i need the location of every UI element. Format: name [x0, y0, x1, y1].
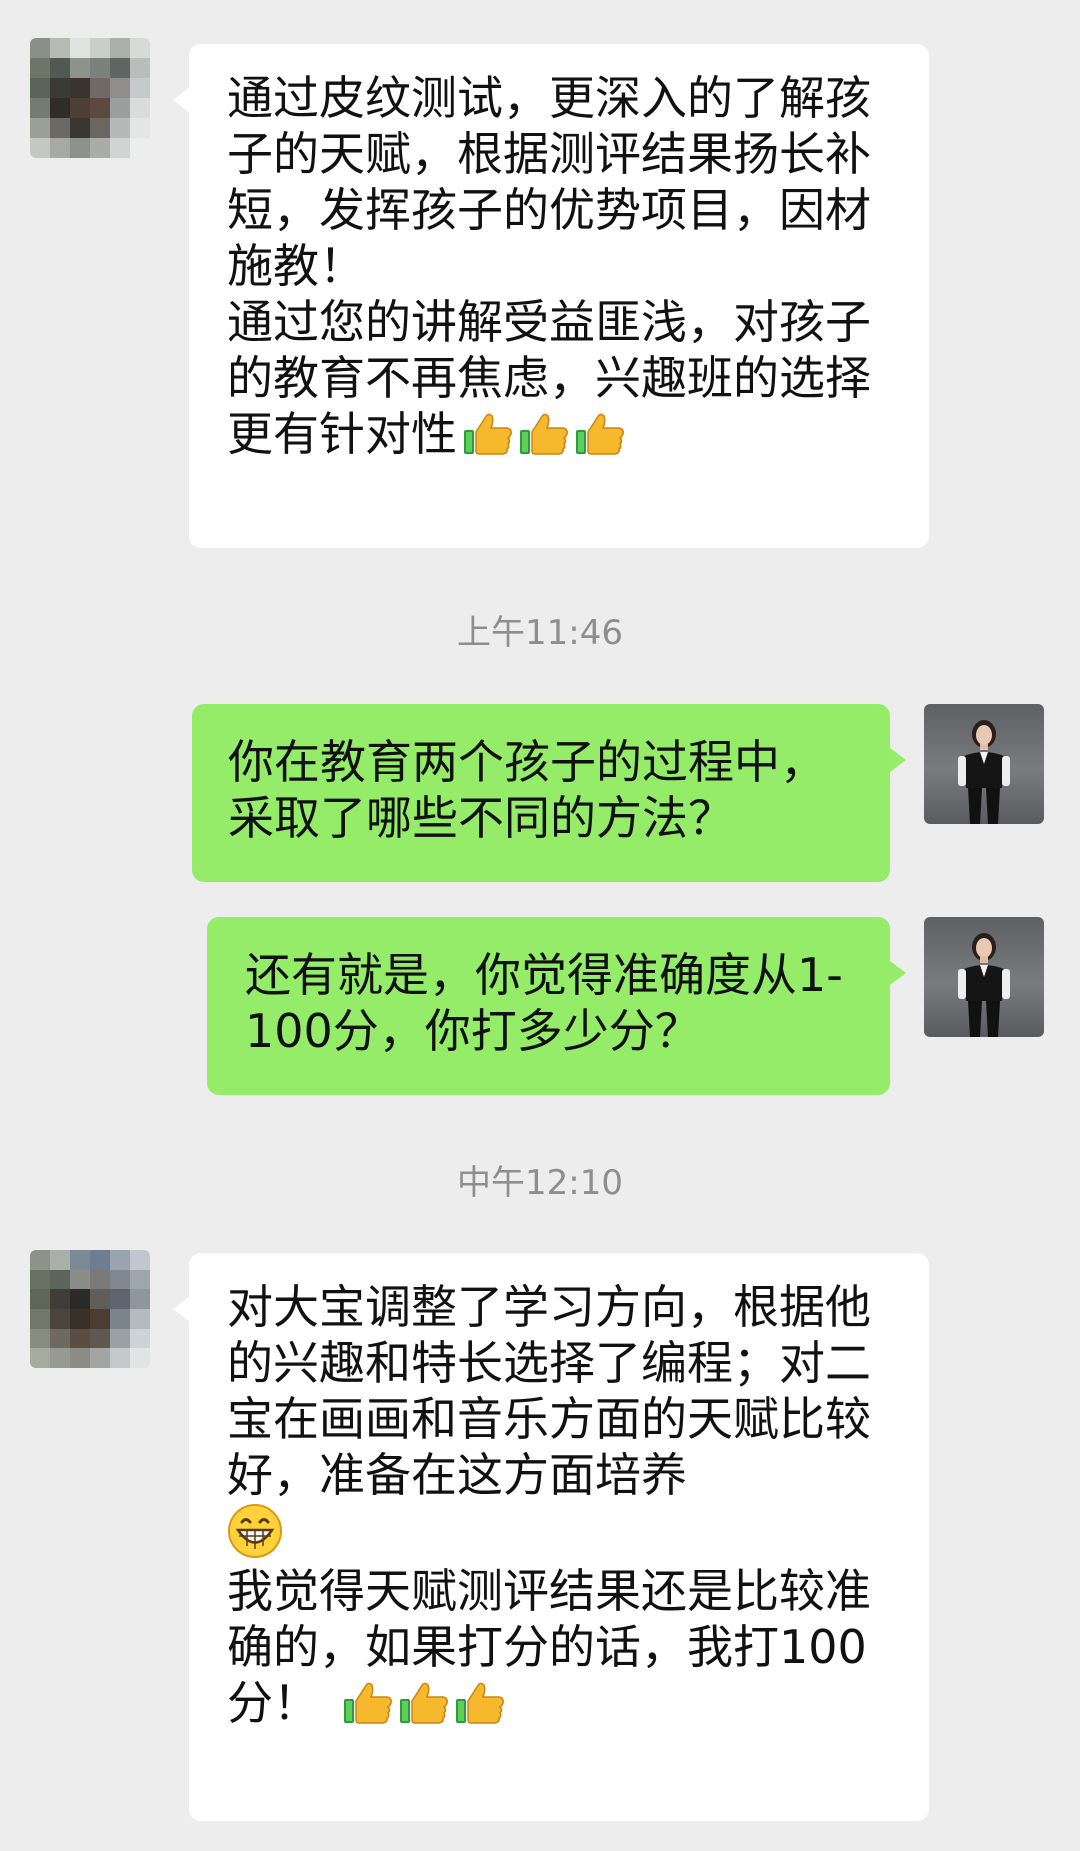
profile-photo-avatar-icon — [958, 720, 1010, 824]
my-avatar[interactable] — [924, 704, 1044, 824]
thumbs-up-icon — [464, 413, 512, 455]
thumbs-up-icon — [576, 413, 624, 455]
message-text: 对大宝调整了学习方向，根据他的兴趣和特长选择了编程；对二宝在画画和音乐方面的天赋… — [227, 1280, 871, 1502]
thumbs-up-icon — [520, 413, 568, 455]
outgoing-message-bubble[interactable]: 你在教育两个孩子的过程中，采取了哪些不同的方法？ — [192, 704, 906, 882]
thumbs-up-icon — [344, 1682, 392, 1724]
incoming-message-bubble[interactable]: 通过皮纹测试，更深入的了解孩子的天赋，根据测评结果扬长补短，发挥孩子的优势项目，… — [173, 44, 929, 548]
message-text: 你在教育两个孩子的过程中，采取了哪些不同的方法？ — [228, 735, 826, 845]
timestamp: 上午11:46 — [457, 613, 623, 653]
contact-avatar[interactable] — [30, 38, 150, 158]
contact-avatar[interactable] — [30, 1250, 150, 1368]
outgoing-message-bubble[interactable]: 还有就是，你觉得准确度从1-100分，你打多少分？ — [207, 917, 906, 1095]
profile-photo-avatar-icon — [958, 933, 1010, 1037]
emoji-row — [337, 1676, 505, 1730]
message-text: 我觉得天赋测评结果还是比较准确的，如果打分的话，我打100分！ — [227, 1564, 871, 1730]
message-text: 通过皮纹测试，更深入的了解孩子的天赋，根据测评结果扬长补短，发挥孩子的优势项目，… — [227, 71, 871, 461]
my-avatar[interactable] — [924, 917, 1044, 1037]
emoji-row — [457, 407, 625, 461]
thumbs-up-icon — [400, 1682, 448, 1724]
thumbs-up-icon — [456, 1682, 504, 1724]
grinning-face-icon — [228, 1504, 282, 1558]
timestamp: 中午12:10 — [457, 1163, 623, 1203]
chat-window: 通过皮纹测试，更深入的了解孩子的天赋，根据测评结果扬长补短，发挥孩子的优势项目，… — [0, 0, 1080, 1851]
message-text: 还有就是，你觉得准确度从1-100分，你打多少分？ — [245, 948, 843, 1058]
incoming-message-bubble[interactable]: 对大宝调整了学习方向，根据他的兴趣和特长选择了编程；对二宝在画画和音乐方面的天赋… — [173, 1253, 929, 1821]
